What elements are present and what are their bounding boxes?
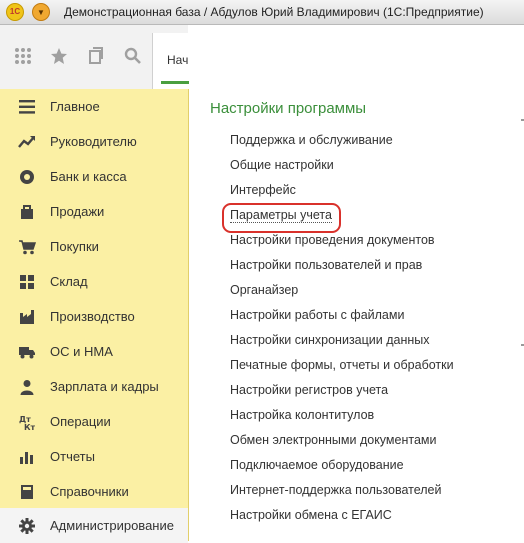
panel-title: Настройки программы bbox=[210, 100, 367, 117]
sidebar-item-directories[interactable]: Справочники bbox=[0, 474, 188, 509]
link-headers-footers[interactable]: Настройка колонтитулов bbox=[230, 408, 374, 422]
sidebar-item-manager[interactable]: Руководителю bbox=[0, 124, 188, 159]
app-logo-icon[interactable]: 1С bbox=[6, 3, 24, 21]
title-bar: 1С ▼ Демонстрационная база / Абдулов Юри… bbox=[0, 0, 524, 25]
dt-kt-icon: Дт Кт bbox=[18, 413, 36, 431]
sidebar-item-label: Зарплата и кадры bbox=[50, 379, 159, 394]
svg-text:Кт: Кт bbox=[24, 423, 35, 430]
sidebar-item-main[interactable]: Главное bbox=[0, 89, 188, 124]
warehouse-icon bbox=[18, 273, 36, 291]
link-files-settings[interactable]: Настройки работы с файлами bbox=[230, 308, 404, 322]
link-accounting-parameters[interactable]: Параметры учета bbox=[230, 208, 332, 223]
link-support[interactable]: Поддержка и обслуживание bbox=[230, 133, 393, 147]
search-icon[interactable] bbox=[124, 47, 142, 65]
menu-lines-icon bbox=[18, 98, 36, 116]
sidebar-item-purchases[interactable]: Покупки bbox=[0, 229, 188, 264]
sidebar-item-label: Банк и касса bbox=[50, 169, 127, 184]
link-equipment[interactable]: Подключаемое оборудование bbox=[230, 458, 404, 472]
settings-panel: Настройки программы Поддержка и обслужив… bbox=[189, 37, 524, 541]
tab-start[interactable]: Нач bbox=[152, 33, 189, 89]
link-posting-settings[interactable]: Настройки проведения документов bbox=[230, 233, 435, 247]
person-icon bbox=[18, 378, 36, 396]
gear-icon bbox=[18, 517, 36, 535]
book-icon bbox=[18, 483, 36, 501]
sidebar-item-administration[interactable]: Администрирование bbox=[0, 508, 188, 543]
link-registers[interactable]: Настройки регистров учета bbox=[230, 383, 388, 397]
coins-icon bbox=[18, 168, 36, 186]
truck-icon bbox=[18, 343, 36, 361]
bag-icon bbox=[18, 203, 36, 221]
app-logo-text: 1С bbox=[9, 7, 21, 16]
sidebar-item-label: Продажи bbox=[50, 204, 105, 219]
sidebar-item-label: Операции bbox=[50, 414, 111, 429]
link-data-sync[interactable]: Настройки синхронизации данных bbox=[230, 333, 430, 347]
sidebar-item-label: Отчеты bbox=[50, 449, 95, 464]
link-internet-support[interactable]: Интернет-поддержка пользователей bbox=[230, 483, 442, 497]
sidebar-item-label: Администрирование bbox=[50, 518, 174, 533]
link-users-rights[interactable]: Настройки пользователей и прав bbox=[230, 258, 422, 272]
sidebar-item-bank[interactable]: Банк и касса bbox=[0, 159, 188, 194]
sidebar-item-label: Производство bbox=[50, 309, 135, 324]
cart-icon bbox=[18, 238, 36, 256]
tab-start-label: Нач bbox=[167, 53, 189, 67]
link-organizer[interactable]: Органайзер bbox=[230, 283, 298, 297]
link-edi[interactable]: Обмен электронными документами bbox=[230, 433, 436, 447]
sidebar-item-label: ОС и НМА bbox=[50, 344, 113, 359]
sidebar-item-sales[interactable]: Продажи bbox=[0, 194, 188, 229]
link-print-forms[interactable]: Печатные формы, отчеты и обработки bbox=[230, 358, 454, 372]
sidebar-item-label: Справочники bbox=[50, 484, 129, 499]
sidebar-item-label: Главное bbox=[50, 99, 100, 114]
apps-grid-icon[interactable] bbox=[14, 47, 32, 65]
link-interface[interactable]: Интерфейс bbox=[230, 183, 296, 197]
link-egais[interactable]: Настройки обмена с ЕГАИС bbox=[230, 508, 392, 522]
sidebar-item-operations[interactable]: Дт Кт Операции bbox=[0, 404, 188, 439]
history-icon[interactable] bbox=[87, 47, 105, 65]
sidebar: Главное Руководителю Банк и касса Продаж… bbox=[0, 89, 189, 543]
sidebar-item-label: Склад bbox=[50, 274, 88, 289]
main-menu-button[interactable]: ▼ bbox=[32, 3, 50, 21]
bar-chart-icon bbox=[18, 448, 36, 466]
sidebar-item-salary[interactable]: Зарплата и кадры bbox=[0, 369, 188, 404]
sidebar-item-fixed-assets[interactable]: ОС и НМА bbox=[0, 334, 188, 369]
sidebar-item-production[interactable]: Производство bbox=[0, 299, 188, 334]
star-icon[interactable] bbox=[50, 47, 68, 65]
sidebar-item-label: Покупки bbox=[50, 239, 99, 254]
sidebar-item-warehouse[interactable]: Склад bbox=[0, 264, 188, 299]
sidebar-item-label: Руководителю bbox=[50, 134, 137, 149]
factory-icon bbox=[18, 308, 36, 326]
link-general-settings[interactable]: Общие настройки bbox=[230, 158, 334, 172]
tab-active-indicator bbox=[161, 81, 189, 84]
trend-icon bbox=[18, 133, 36, 151]
sidebar-item-reports[interactable]: Отчеты bbox=[0, 439, 188, 474]
window-title: Демонстрационная база / Абдулов Юрий Вла… bbox=[64, 5, 484, 19]
